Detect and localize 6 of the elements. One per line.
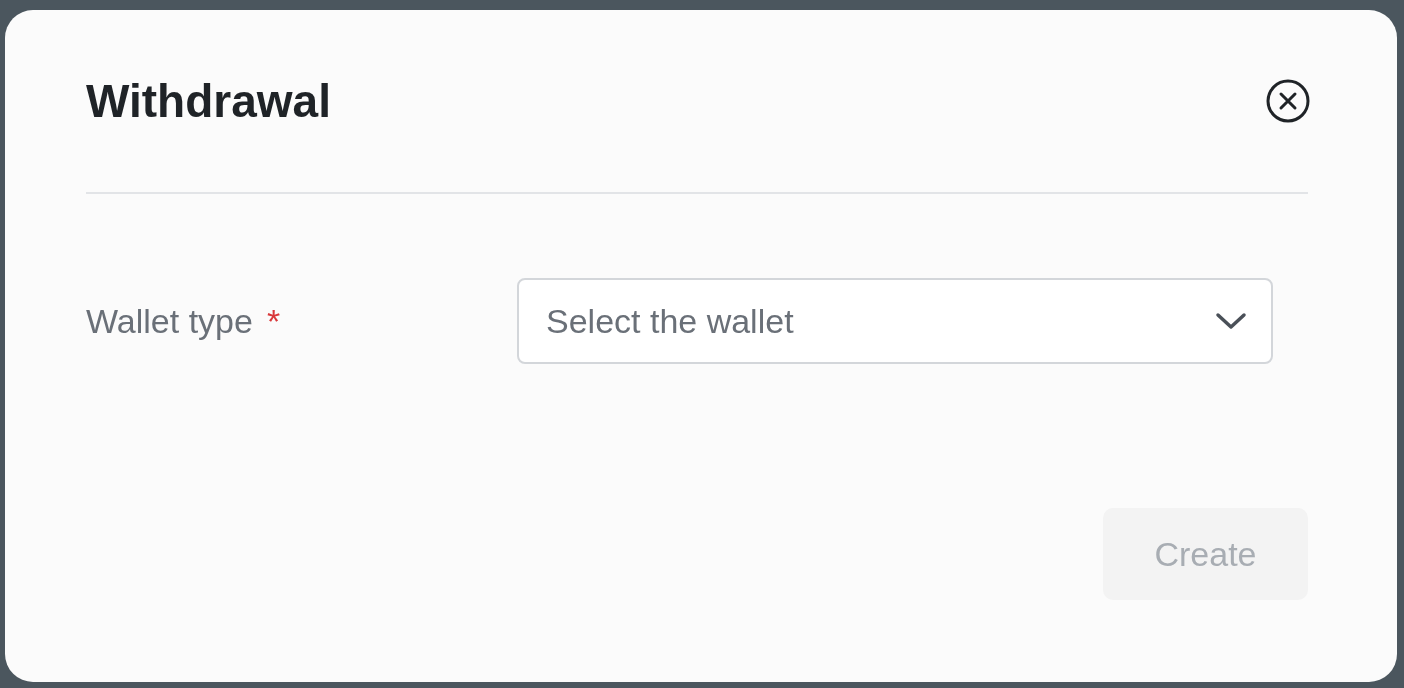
close-icon bbox=[1266, 79, 1310, 123]
field-label: Wallet type * bbox=[86, 301, 282, 341]
close-button[interactable] bbox=[1265, 78, 1311, 124]
dialog-title: Withdrawal bbox=[86, 74, 331, 128]
chevron-down-icon bbox=[1215, 311, 1247, 331]
wallet-select[interactable]: Select the wallet bbox=[517, 278, 1273, 364]
